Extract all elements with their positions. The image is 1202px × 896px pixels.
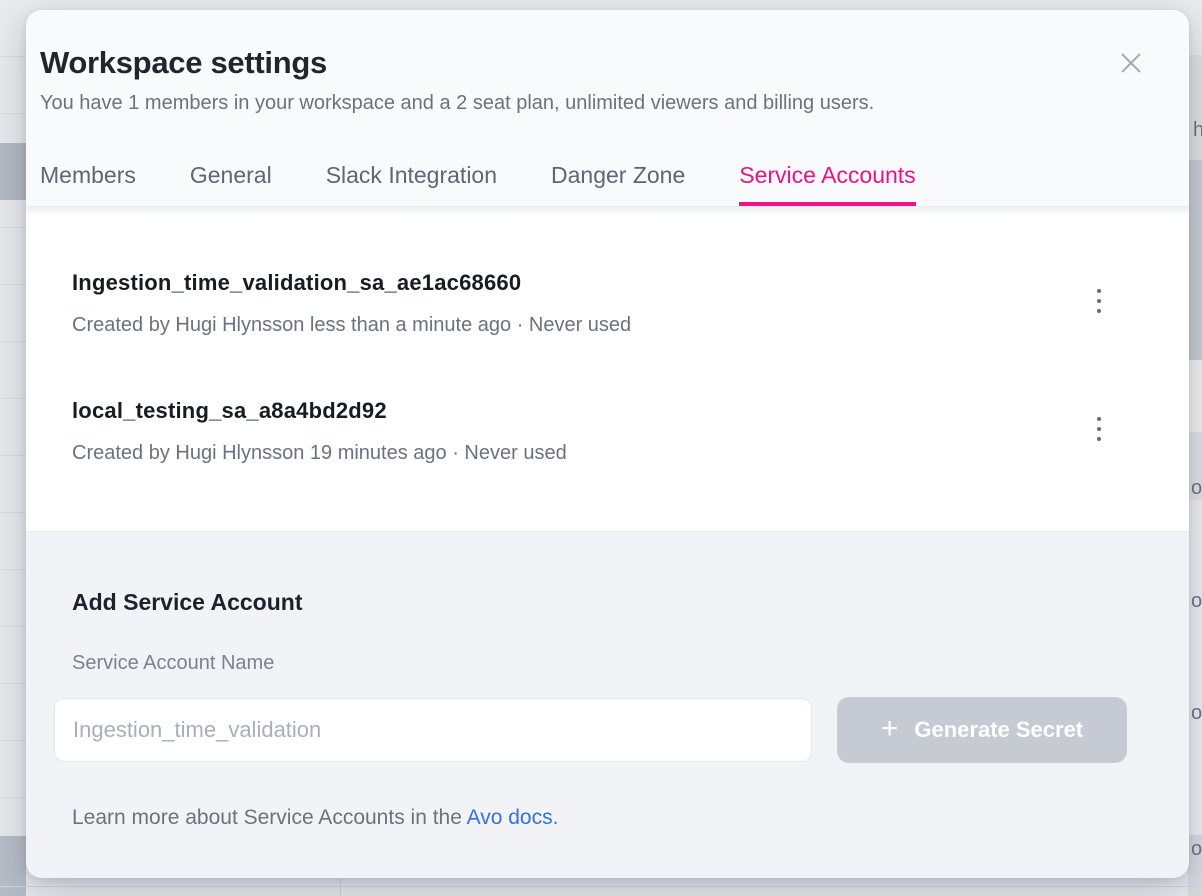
learn-more-prefix: Learn more about Service Accounts in the <box>72 806 467 829</box>
kebab-icon <box>1097 437 1101 441</box>
add-service-account-form-row: + Generate Secret <box>54 697 1153 763</box>
background-text-fragment: or <box>1191 590 1202 612</box>
background-table-column-divider <box>340 879 341 896</box>
tab-general[interactable]: General <box>190 162 272 206</box>
service-account-meta: Created by Hugi Hlynsson less than a min… <box>72 313 1143 337</box>
modal-subtitle: You have 1 members in your workspace and… <box>40 90 1165 116</box>
service-account-row: local_testing_sa_a8a4bd2d92 Created by H… <box>72 397 1143 475</box>
tab-danger-zone[interactable]: Danger Zone <box>551 162 685 206</box>
background-text-fragment: h <box>1193 119 1202 141</box>
tab-members[interactable]: Members <box>40 162 136 206</box>
close-icon <box>1115 47 1147 79</box>
close-button[interactable] <box>1113 45 1149 81</box>
workspace-settings-modal: Workspace settings You have 1 members in… <box>26 10 1189 878</box>
kebab-icon <box>1097 427 1101 431</box>
row-actions-menu-button[interactable] <box>1085 409 1113 449</box>
modal-title: Workspace settings <box>40 44 1165 82</box>
kebab-icon <box>1097 417 1101 421</box>
service-account-name: local_testing_sa_a8a4bd2d92 <box>72 397 1143 425</box>
plus-icon: + <box>881 714 899 744</box>
add-service-account-section: Add Service Account Service Account Name… <box>26 531 1189 878</box>
kebab-icon <box>1097 299 1101 303</box>
add-service-account-heading: Add Service Account <box>72 588 1153 616</box>
background-table-row <box>1188 360 1202 432</box>
avo-docs-link[interactable]: Avo docs <box>467 806 553 829</box>
background-table-row-highlight <box>1188 160 1202 360</box>
learn-more-suffix: . <box>553 806 559 829</box>
settings-tabs: Members General Slack Integration Danger… <box>40 162 916 206</box>
service-account-meta: Created by Hugi Hlynsson 19 minutes ago … <box>72 441 1143 465</box>
background-text-fragment: or <box>1191 477 1202 499</box>
background-table-row-highlight <box>0 836 26 896</box>
tab-service-accounts[interactable]: Service Accounts <box>739 162 915 206</box>
service-account-name-input[interactable] <box>54 698 812 762</box>
service-account-name: Ingestion_time_validation_sa_ae1ac68660 <box>72 269 1143 297</box>
background-table-row-highlight <box>0 143 26 200</box>
service-account-row: Ingestion_time_validation_sa_ae1ac68660 … <box>72 269 1143 347</box>
row-actions-menu-button[interactable] <box>1085 281 1113 321</box>
background-table-row <box>1188 55 1202 160</box>
generate-secret-button[interactable]: + Generate Secret <box>837 697 1127 763</box>
background-table-divider <box>0 886 1202 887</box>
background-text-fragment: or <box>1191 702 1202 724</box>
learn-more-text: Learn more about Service Accounts in the… <box>72 805 1153 831</box>
kebab-icon <box>1097 309 1101 313</box>
background-table-row <box>1188 500 1202 835</box>
background-text-fragment: or <box>1191 838 1202 860</box>
kebab-icon <box>1097 289 1101 293</box>
service-account-list: Ingestion_time_validation_sa_ae1ac68660 … <box>26 207 1189 531</box>
service-account-name-label: Service Account Name <box>72 651 1153 675</box>
generate-secret-label: Generate Secret <box>914 717 1083 743</box>
tab-slack-integration[interactable]: Slack Integration <box>326 162 497 206</box>
modal-header: Workspace settings You have 1 members in… <box>26 10 1189 207</box>
